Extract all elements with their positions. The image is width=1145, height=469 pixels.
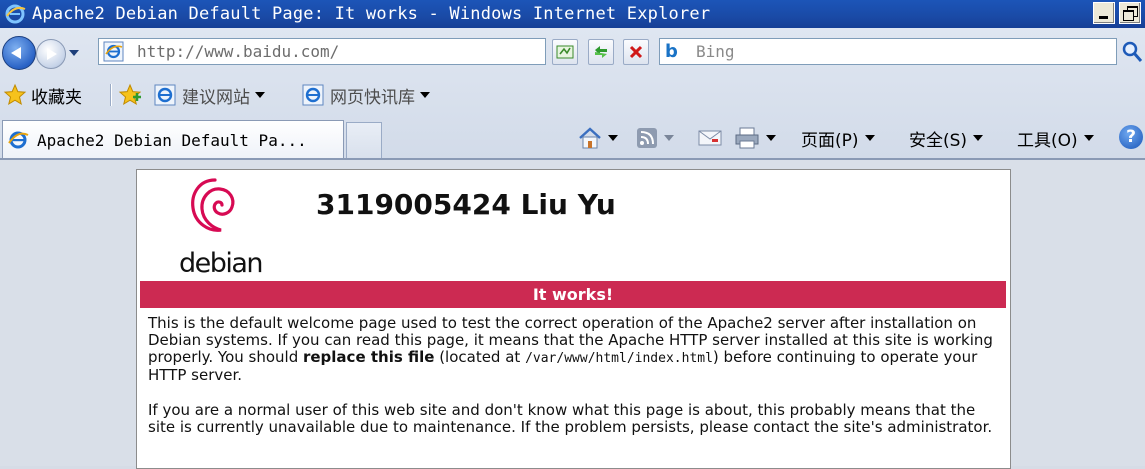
search-placeholder[interactable]: Bing — [696, 42, 735, 61]
restore-button[interactable] — [1119, 2, 1141, 24]
forward-button[interactable] — [36, 39, 66, 69]
new-tab-button[interactable] — [346, 122, 382, 159]
add-favorite-star-icon — [118, 83, 142, 106]
minimize-button[interactable] — [1093, 2, 1115, 24]
chevron-down-icon — [255, 92, 265, 98]
tab-bar: Apache2 Debian Default Pa... 页面(P) 安全(S)… — [0, 116, 1145, 159]
chevron-down-icon — [864, 135, 875, 141]
ie-page-icon — [302, 84, 324, 106]
tab-title: Apache2 Debian Default Pa... — [37, 130, 307, 150]
home-icon — [579, 127, 601, 149]
favorites-bar: 收藏夹 建议网站 网页快讯库 — [0, 78, 1145, 112]
web-slice-gallery-label: 网页快讯库 — [330, 87, 415, 108]
suggested-sites-label: 建议网站 — [182, 87, 250, 108]
stop-icon — [629, 45, 643, 59]
chevron-down-icon — [420, 92, 430, 98]
compatibility-view-button[interactable] — [552, 39, 578, 65]
located-text: (located at — [434, 348, 526, 366]
internet-explorer-icon — [8, 131, 29, 149]
print-button[interactable] — [734, 124, 776, 152]
safety-menu[interactable]: 安全(S) — [909, 124, 984, 152]
star-icon — [3, 83, 27, 106]
back-button[interactable] — [2, 36, 36, 70]
page-menu[interactable]: 页面(P) — [801, 124, 875, 152]
ie-page-icon — [154, 84, 176, 106]
page-ie-icon — [103, 41, 124, 62]
chevron-down-icon[interactable] — [664, 135, 674, 141]
tools-menu-label: 工具(O) — [1017, 130, 1078, 151]
chevron-down-icon — [1083, 135, 1094, 141]
add-to-favorites-button[interactable] — [118, 82, 142, 108]
home-button[interactable] — [578, 124, 618, 152]
window-title-bar[interactable]: Apache2 Debian Default Page: It works - … — [0, 0, 1145, 28]
read-mail-button[interactable] — [698, 124, 722, 152]
favorites-button[interactable]: 收藏夹 — [3, 82, 82, 108]
favorite-suggested-sites[interactable]: 建议网站 — [154, 82, 265, 108]
intro-paragraph: This is the default welcome page used to… — [148, 315, 998, 384]
favorite-web-slice-gallery[interactable]: 网页快讯库 — [302, 82, 430, 108]
compatibility-view-icon — [556, 45, 574, 59]
tools-menu[interactable]: 工具(O) — [1017, 124, 1094, 152]
search-box[interactable]: b Bing — [659, 38, 1117, 65]
refresh-icon — [595, 46, 607, 58]
help-icon[interactable]: ? — [1119, 125, 1143, 149]
maintenance-paragraph: If you are a normal user of this web sit… — [148, 401, 993, 436]
chevron-down-icon[interactable] — [608, 135, 618, 141]
navigation-bar: http://www.baidu.com/ b Bing — [0, 28, 1145, 76]
debian-swirl-logo — [191, 178, 235, 232]
stop-button[interactable] — [623, 39, 649, 65]
favorites-separator — [110, 84, 111, 106]
feeds-button[interactable] — [636, 124, 674, 152]
address-bar[interactable]: http://www.baidu.com/ — [98, 38, 644, 65]
it-works-banner: It works! — [140, 281, 1006, 308]
chevron-down-icon[interactable] — [766, 135, 776, 141]
debian-logo-text: debian — [179, 248, 264, 279]
chevron-down-icon — [973, 135, 984, 141]
page-menu-label: 页面(P) — [801, 130, 859, 151]
browser-chrome: http://www.baidu.com/ b Bing 收藏夹 建议网站 网页… — [0, 28, 1145, 159]
index-file-path: /var/www/html/index.html — [525, 351, 713, 366]
replace-file-emphasis: replace this file — [302, 348, 435, 366]
address-url[interactable]: http://www.baidu.com/ — [137, 42, 339, 61]
internet-explorer-icon — [5, 4, 26, 24]
recent-pages-dropdown-icon[interactable] — [69, 50, 79, 56]
bing-icon: b — [665, 41, 678, 62]
window-title: Apache2 Debian Default Page: It works - … — [32, 4, 711, 24]
printer-icon — [735, 127, 759, 149]
page-heading: 3119005424 Liu Yu — [316, 188, 616, 221]
refresh-button[interactable] — [588, 39, 614, 65]
apache-default-page: debian 3119005424 Liu Yu It works! This … — [136, 169, 1011, 469]
search-icon[interactable] — [1121, 40, 1143, 64]
tab-apache2-default-page[interactable]: Apache2 Debian Default Pa... — [2, 120, 344, 159]
favorites-label: 收藏夹 — [31, 87, 82, 108]
safety-menu-label: 安全(S) — [909, 130, 968, 151]
rss-feed-icon — [637, 128, 657, 148]
mail-icon — [698, 130, 722, 146]
